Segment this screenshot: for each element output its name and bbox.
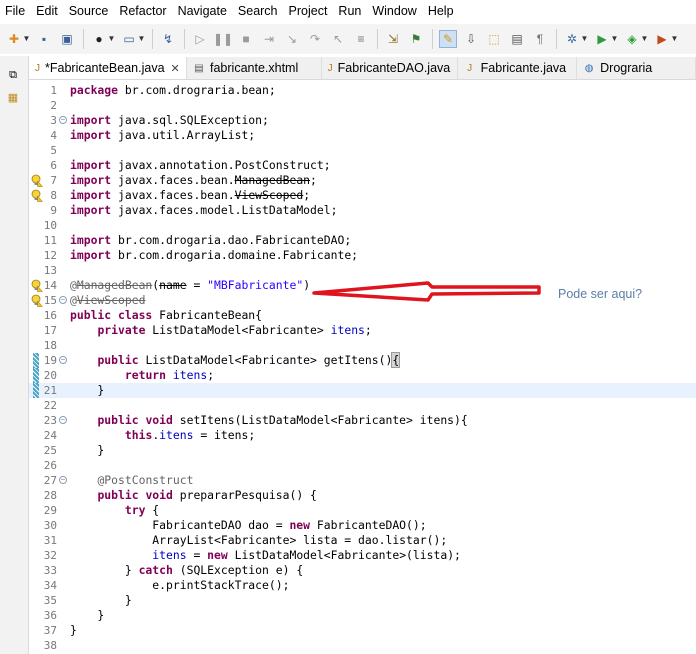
- red-arrow-annotation: [312, 281, 541, 302]
- annotation-note: Pode ser aqui?: [558, 287, 643, 301]
